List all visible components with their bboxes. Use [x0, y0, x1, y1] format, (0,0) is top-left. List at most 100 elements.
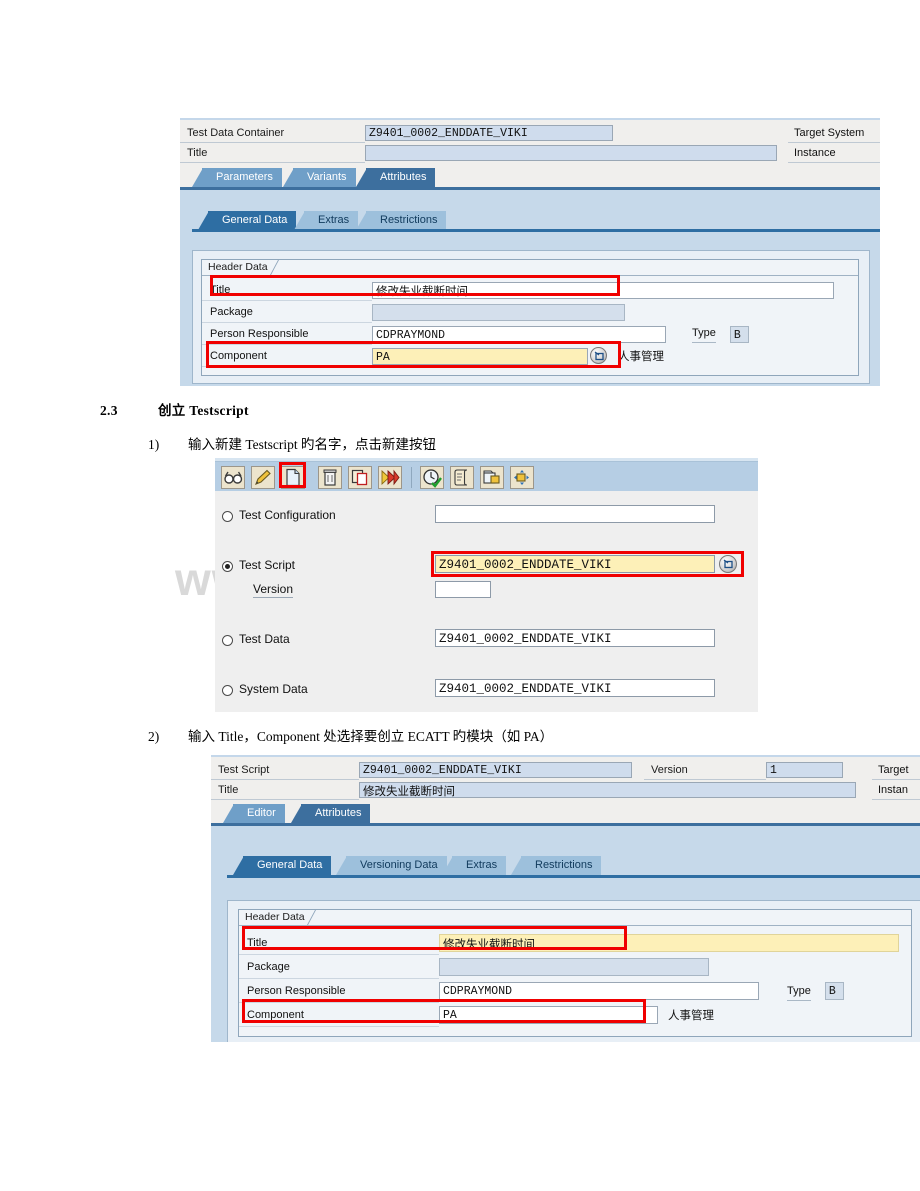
- label-target-system: Target System: [788, 123, 880, 143]
- field-row-package-bottom: Package: [239, 955, 911, 979]
- display-glasses-icon[interactable]: [221, 466, 245, 489]
- tab-extras-bottom[interactable]: Extras: [441, 856, 507, 875]
- label-system-data: System Data: [239, 682, 308, 696]
- panel-attributes-bottom: General Data Versioning Data Extras Rest…: [211, 826, 920, 1042]
- screenshot-ecatt-start: Test Configuration Test Script Z9401_000…: [215, 458, 758, 712]
- field-row-package: Package: [202, 301, 858, 323]
- input-version[interactable]: [435, 581, 491, 598]
- label-version: Version: [253, 582, 294, 598]
- field-label-person-responsible: Person Responsible: [202, 323, 372, 345]
- tab-versioning-data[interactable]: Versioning Data: [336, 856, 447, 875]
- edit-pencil-icon[interactable]: [251, 466, 275, 489]
- options-area: Test Configuration Test Script Z9401_000…: [215, 491, 758, 712]
- input-system-data[interactable]: Z9401_0002_ENDDATE_VIKI: [435, 679, 715, 697]
- window-top-divider: [180, 118, 880, 120]
- tab-variants[interactable]: Variants: [283, 168, 356, 187]
- tabstrip-outer: Parameters Variants Attributes: [180, 168, 880, 190]
- field-label-package-bottom: Package: [239, 955, 439, 979]
- tab-restrictions-bottom[interactable]: Restrictions: [510, 856, 602, 875]
- radio-test-data[interactable]: [222, 635, 233, 646]
- list-item-2: 2) 输入 Title，Component 处选择要创立 ECATT 旳模块（如 …: [148, 725, 553, 745]
- tab-attributes-bottom[interactable]: Attributes: [290, 804, 371, 823]
- new-document-icon[interactable]: [281, 466, 305, 489]
- tabstrip-inner-bottom: General Data Versioning Data Extras Rest…: [211, 856, 920, 878]
- label-test-script: Test Script: [239, 558, 296, 572]
- field-input-title-bottom[interactable]: 修改失业截断时间: [439, 934, 899, 952]
- section-heading: 2.3 创立 Testscript: [100, 399, 249, 419]
- radio-system-data[interactable]: [222, 685, 233, 696]
- field-input-component[interactable]: PA: [372, 347, 588, 365]
- value-help-icon-test-script[interactable]: [719, 555, 737, 573]
- tab-parameters[interactable]: Parameters: [192, 168, 282, 187]
- tab-restrictions[interactable]: Restrictions: [355, 211, 447, 230]
- radio-test-script[interactable]: [222, 561, 233, 572]
- field-input-component-bottom[interactable]: PA: [439, 1006, 658, 1024]
- field-input-package[interactable]: [372, 303, 625, 321]
- input-title-bottom[interactable]: 修改失业截断时间: [359, 782, 856, 798]
- header-row-title-bottom: Title 修改失业截断时间 Instan: [211, 780, 920, 800]
- label-instance: Instance: [788, 143, 880, 163]
- field-input-person-responsible[interactable]: CDPRAYMOND: [372, 325, 666, 343]
- input-test-configuration[interactable]: [435, 505, 715, 523]
- field-row-title-bottom: Title 修改失业截断时间: [239, 931, 911, 955]
- header-row-title: Title Instance: [180, 143, 880, 163]
- input-test-data[interactable]: Z9401_0002_ENDDATE_VIKI: [435, 629, 715, 647]
- label-test-configuration: Test Configuration: [239, 508, 336, 522]
- header-row-test-script: Test Script Z9401_0002_ENDDATE_VIKI Vers…: [211, 760, 920, 780]
- label-test-data-container: Test Data Container: [180, 123, 365, 143]
- input-test-script-header[interactable]: Z9401_0002_ENDDATE_VIKI: [359, 762, 632, 778]
- field-input-type-bottom[interactable]: B: [824, 982, 844, 1000]
- package-folder-icon[interactable]: [480, 466, 504, 489]
- tab-extras[interactable]: Extras: [293, 211, 359, 230]
- field-label-package: Package: [202, 301, 372, 323]
- copy-icon[interactable]: [348, 466, 372, 489]
- list-item-2-text: 输入 Title，Component 处选择要创立 ECATT 旳模块（如 PA…: [188, 729, 554, 744]
- tab-general-data[interactable]: General Data: [197, 211, 297, 230]
- input-version-header[interactable]: 1: [766, 762, 843, 778]
- input-test-data-container[interactable]: Z9401_0002_ENDDATE_VIKI: [365, 125, 613, 141]
- field-input-type[interactable]: B: [729, 325, 749, 343]
- section-title: 创立 Testscript: [158, 403, 249, 418]
- schedule-clock-icon[interactable]: [420, 466, 444, 489]
- groupbox-divider: [202, 275, 858, 276]
- field-input-package-bottom[interactable]: [439, 958, 709, 976]
- groupbox-title-text-bottom: Header Data: [245, 911, 305, 923]
- label-title-bottom: Title: [211, 780, 359, 800]
- groupbox-title-text: Header Data: [208, 261, 268, 273]
- label-instance-bottom: Instan: [872, 780, 920, 800]
- field-label-title: Title: [202, 279, 372, 301]
- log-scroll-icon[interactable]: [450, 466, 474, 489]
- input-title[interactable]: [365, 145, 777, 161]
- field-input-title[interactable]: 修改失业截断时间: [372, 281, 834, 299]
- radio-test-configuration[interactable]: [222, 511, 233, 522]
- value-help-icon[interactable]: [590, 347, 607, 364]
- field-label-component-bottom: Component: [239, 1003, 439, 1027]
- field-label-type: Type: [692, 325, 716, 343]
- field-row-component: Component PA 人事管理: [202, 345, 858, 367]
- delete-trash-icon[interactable]: [318, 466, 342, 489]
- execute-fastforward-icon[interactable]: [378, 466, 402, 489]
- section-number: 2.3: [100, 403, 118, 418]
- tabstrip-inner-underline: [192, 229, 880, 232]
- groupbox-title-slash-bottom: [307, 910, 332, 925]
- tab-editor[interactable]: Editor: [223, 804, 285, 823]
- screenshot-test-script-attributes: Test Script Z9401_0002_ENDDATE_VIKI Vers…: [211, 755, 920, 1042]
- list-item-2-number: 2): [148, 729, 160, 744]
- field-label-person-responsible-bottom: Person Responsible: [239, 979, 439, 1003]
- input-test-script[interactable]: Z9401_0002_ENDDATE_VIKI: [435, 555, 715, 573]
- field-input-person-responsible-bottom[interactable]: CDPRAYMOND: [439, 982, 759, 1000]
- label-title: Title: [180, 143, 365, 163]
- tab-general-data-bottom[interactable]: General Data: [232, 856, 332, 875]
- list-item-1: 1) 输入新建 Testscript 旳名字，点击新建按钮: [148, 433, 436, 453]
- list-item-1-number: 1): [148, 437, 160, 452]
- groupbox-divider-bottom: [239, 925, 911, 926]
- label-version-header: Version: [644, 760, 766, 780]
- label-target-bottom: Target: [872, 760, 920, 780]
- tab-attributes[interactable]: Attributes: [355, 168, 436, 187]
- panel-attributes: General Data Extras Restrictions Header …: [180, 190, 880, 386]
- transport-arrows-icon[interactable]: [510, 466, 534, 489]
- field-label-type-bottom: Type: [787, 982, 811, 1001]
- field-row-person-responsible: Person Responsible CDPRAYMOND Type B: [202, 323, 858, 345]
- field-row-title: Title 修改失业截断时间: [202, 279, 858, 301]
- field-row-person-responsible-bottom: Person Responsible CDPRAYMOND Type B: [239, 979, 911, 1003]
